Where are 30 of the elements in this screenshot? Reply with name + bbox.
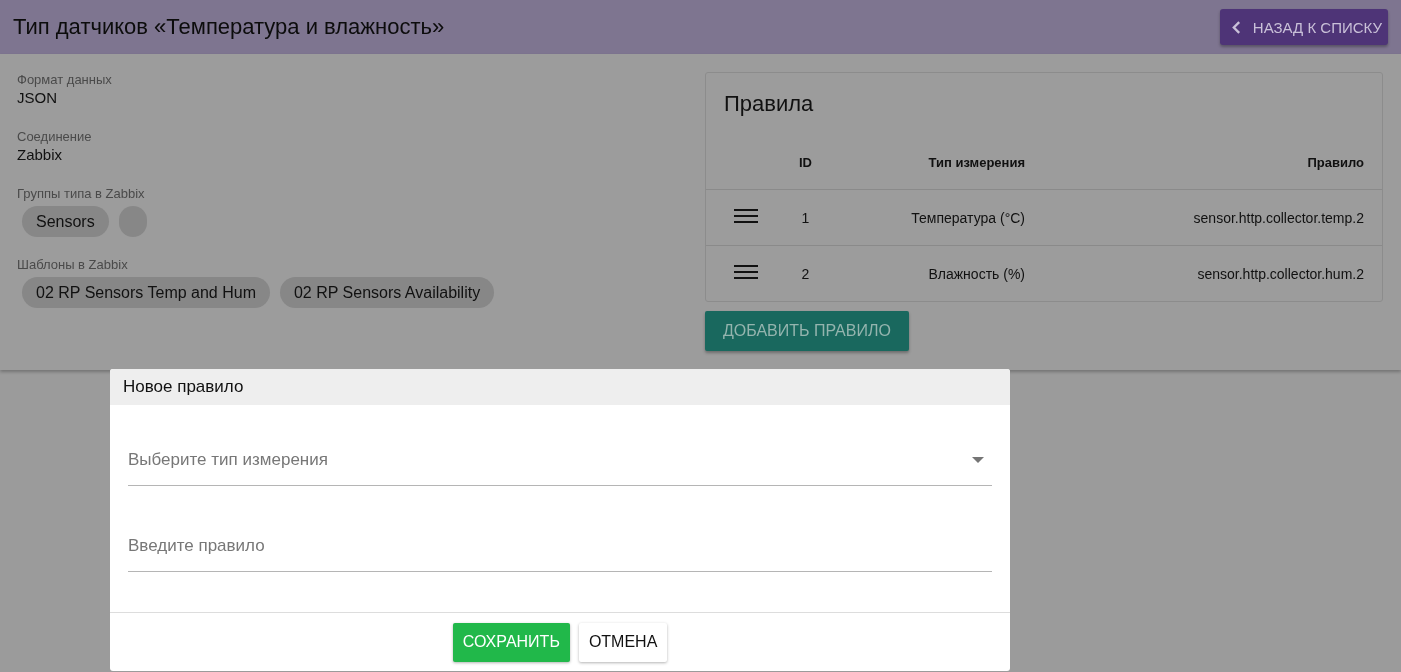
- column-header: Правило: [1026, 135, 1382, 190]
- field-label: Группы типа в Zabbix: [17, 186, 146, 201]
- back-button[interactable]: НАЗАД К СПИСКУ: [1219, 9, 1388, 45]
- add-rule-button[interactable]: ДОБАВИТЬ ПРАВИЛО: [705, 311, 909, 351]
- page-title: Тип датчиков «Температура и влажность»: [13, 14, 445, 40]
- table-cell: 1: [801, 209, 810, 226]
- save-button[interactable]: СОХРАНИТЬ: [452, 622, 570, 662]
- field-label: Шаблоны в Zabbix: [17, 257, 129, 272]
- table-cell: sensor.http.collector.temp.2: [1193, 209, 1364, 226]
- field-label: Формат данных: [17, 72, 113, 87]
- field-value: JSON: [17, 89, 58, 106]
- card-title: Правила: [723, 90, 815, 118]
- chip: Sensors: [22, 206, 109, 237]
- field-label: Соединение: [17, 129, 93, 144]
- column-header: Тип измерения: [834, 135, 1026, 190]
- table-cell: sensor.http.collector.hum.2: [1197, 265, 1364, 282]
- dialog-title: Новое правило: [123, 377, 244, 397]
- menu-icon[interactable]: [734, 264, 758, 280]
- caret-down-icon: [972, 457, 984, 463]
- menu-icon[interactable]: [734, 208, 758, 224]
- table-cell: Температура (°C): [911, 209, 1025, 226]
- cancel-button[interactable]: ОТМЕНА: [578, 622, 668, 662]
- chip: 02 RP Sensors Availability: [279, 277, 495, 308]
- select-field[interactable]: Выберите тип измерения: [128, 435, 992, 486]
- table-cell: Влажность (%): [928, 265, 1025, 282]
- chip: 02 RP Sensors Temp and Hum: [22, 277, 270, 308]
- column-header: ID: [777, 135, 834, 190]
- table-cell: 2: [801, 265, 810, 282]
- chevron-left-icon: [1231, 20, 1241, 34]
- field-value: Zabbix: [17, 146, 64, 163]
